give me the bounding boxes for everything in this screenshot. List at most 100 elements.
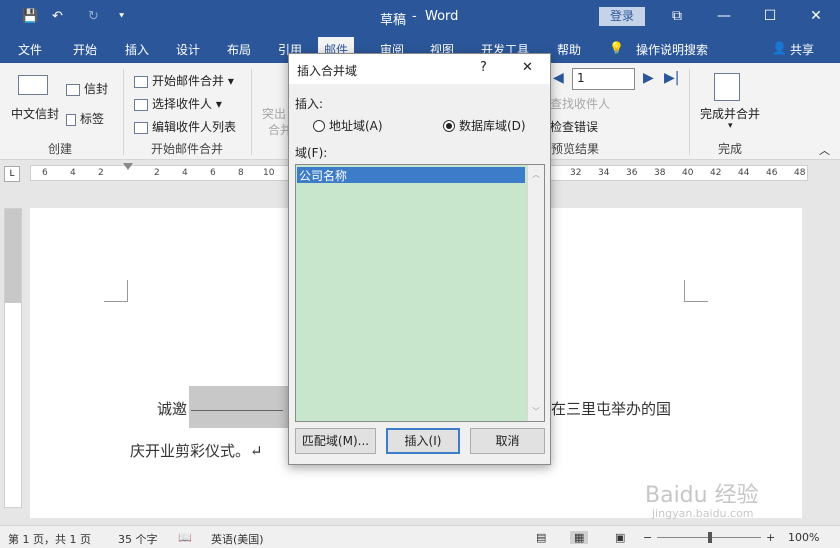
merge-doc-icon [134,75,148,88]
title-bar: 💾 ↶ ↻ ⯆ 草稿 - Word 登录 ⧉ — ☐ ✕ [0,0,840,33]
dialog-title: 插入合并域 [297,64,358,78]
labels-button[interactable]: 标签 [66,110,104,127]
collapse-ribbon-icon[interactable]: ︿ [819,142,830,158]
web-layout-icon[interactable]: ▣ [615,531,625,544]
dialog-close-icon[interactable]: ✕ [522,60,533,75]
watermark-url: jingyan.baidu.com [652,507,754,520]
undo-icon[interactable]: ↶ [52,9,63,24]
ruler-tick-label: 2 [154,168,160,178]
cancel-button[interactable]: 取消 [470,428,545,454]
margin-corner [104,280,128,302]
ruler-tick-label: 40 [682,168,694,178]
read-mode-icon[interactable]: ▤ [536,531,546,544]
title-separator: - [412,9,417,24]
next-record-icon[interactable]: ▶ [643,70,654,86]
ruler-tick-label: 32 [570,168,582,178]
select-recipients-button[interactable]: 选择收件人 ▾ [134,95,222,112]
find-recipient-button[interactable]: 查找收件人 [550,95,610,112]
ruler-tick-label: 6 [42,168,48,178]
edit-list-icon [134,121,148,134]
document-title: 草稿 [380,13,407,28]
database-field-radio[interactable]: 数据库域(D) [443,117,526,134]
minimize-icon[interactable]: — [714,6,734,26]
margin-corner [684,280,708,302]
indent-marker-icon[interactable] [123,163,133,189]
field-item-company-name[interactable]: 公司名称 [297,167,525,183]
share-button[interactable]: 共享 [790,41,814,58]
zoom-level[interactable]: 100% [788,531,819,544]
ruler-tick-label: 4 [70,168,76,178]
divider [123,69,124,155]
language[interactable]: 英语(美国) [211,531,264,547]
ruler-tick-label: 36 [626,168,638,178]
vertical-ruler[interactable] [4,208,22,508]
envelope-cn-icon [18,75,48,95]
ruler-tick-label: 48 [794,168,806,178]
tab-help[interactable]: 帮助 [557,41,581,58]
zoom-slider-thumb[interactable] [708,532,712,543]
prev-record-icon[interactable]: ◀ [553,70,564,86]
group-preview-label: 预览结果 [551,142,600,156]
ruler-tick-label: 44 [738,168,750,178]
people-icon [134,98,148,111]
label-icon [66,113,76,126]
envelope-cn-button[interactable]: 中文信封 [11,105,59,122]
finish-merge-button[interactable]: 完成并合并 [700,105,760,122]
tab-selector[interactable]: L [4,166,20,182]
help-icon[interactable]: ? [480,60,487,75]
insert-button[interactable]: 插入(I) [386,428,460,454]
ruler-tick-label: 38 [654,168,666,178]
word-count[interactable]: 35 个字 [118,531,158,547]
insert-merge-field-dialog: 插入合并域 ? ✕ 插入: 地址域(A) 数据库域(D) 域(F): 公司名称 … [288,53,551,465]
signin-button[interactable]: 登录 [599,7,645,26]
address-field-radio[interactable]: 地址域(A) [313,117,383,134]
start-merge-button[interactable]: 开始邮件合并 ▾ [134,72,234,89]
group-start-label: 开始邮件合并 [151,142,224,156]
group-finish-label: 完成 [718,142,743,156]
listbox-scrollbar[interactable]: ︿ ﹀ [527,165,544,421]
person-icon: 👤 [772,41,787,55]
print-layout-icon[interactable]: ▦ [570,531,589,544]
tell-me-search[interactable]: 操作说明搜索 [636,41,708,58]
tab-design[interactable]: 设计 [176,41,200,58]
status-bar: 第 1 页，共 1 页 35 个字 📖 英语(美国) ▤ ▦ ▣ − + 100… [0,525,840,548]
ribbon-display-icon[interactable]: ⧉ [667,6,687,26]
tab-home[interactable]: 开始 [73,41,97,58]
proofing-icon[interactable]: 📖 [178,531,192,544]
finish-merge-icon [714,73,740,101]
match-fields-button[interactable]: 匹配域(M)... [295,428,376,454]
finish-dropdown-icon[interactable]: ▾ [728,121,733,131]
record-number-input[interactable]: 1 [572,68,635,90]
fields-listbox[interactable]: 公司名称 ︿ ﹀ [295,164,545,422]
qat-more-icon[interactable]: ⯆ [118,12,125,22]
close-icon[interactable]: ✕ [806,6,826,26]
tab-insert[interactable]: 插入 [125,41,149,58]
app-name: Word [425,9,459,24]
lightbulb-icon: 💡 [609,41,624,55]
fields-label: 域(F): [295,146,328,160]
last-record-icon[interactable]: ▶| [664,70,679,86]
redo-icon[interactable]: ↻ [88,9,99,24]
ruler-tick-label: 6 [210,168,216,178]
tab-layout[interactable]: 布局 [227,41,251,58]
merge-field-placeholder[interactable] [189,386,289,428]
insert-label: 插入: [295,97,324,111]
scroll-up-icon[interactable]: ︿ [528,169,544,180]
check-errors-button[interactable]: 检查错误 [550,118,598,135]
dialog-titlebar[interactable]: 插入合并域 ? ✕ [289,54,550,84]
ruler-tick-label: 4 [182,168,188,178]
highlight-fields-label-1: 突出 [262,107,287,121]
divider [251,69,252,155]
tab-file[interactable]: 文件 [18,41,42,58]
envelopes-button[interactable]: 信封 [66,80,108,97]
divider [689,69,690,155]
zoom-in-icon[interactable]: + [766,531,775,544]
save-icon[interactable]: 💾 [22,9,38,24]
page-count[interactable]: 第 1 页，共 1 页 [8,531,91,547]
ruler-tick-label: 2 [98,168,104,178]
maximize-icon[interactable]: ☐ [760,6,780,26]
edit-recipients-button[interactable]: 编辑收件人列表 [134,118,236,135]
scroll-down-icon[interactable]: ﹀ [528,406,544,417]
zoom-out-icon[interactable]: − [643,531,652,544]
ruler-tick-label: 42 [710,168,722,178]
